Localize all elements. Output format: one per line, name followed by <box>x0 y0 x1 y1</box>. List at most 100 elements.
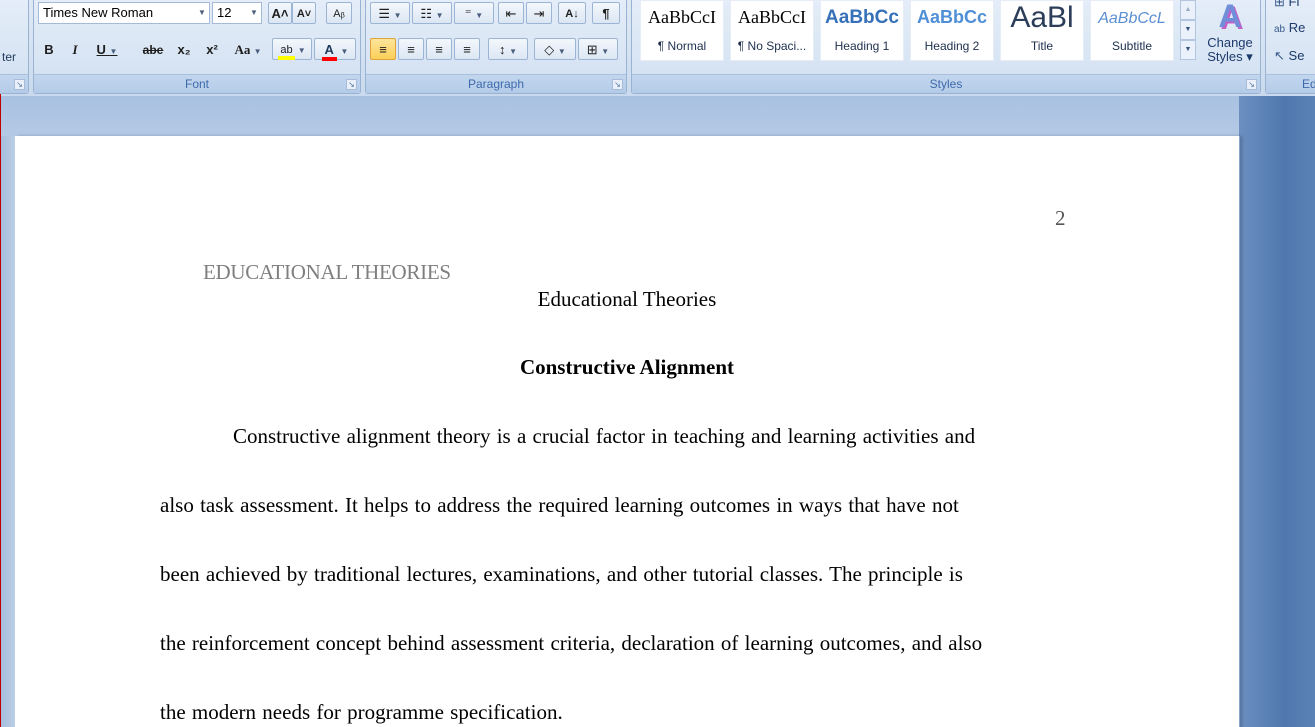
change-case-icon: Aa <box>234 42 251 57</box>
align-right-button[interactable]: ≡ <box>426 38 452 60</box>
styles-group: AaBbCcI ¶ Normal AaBbCcI ¶ No Spaci... A… <box>631 0 1261 94</box>
italic-button[interactable]: I <box>64 38 86 60</box>
styles-dialog-launcher-icon[interactable]: ↘ <box>1246 79 1257 90</box>
replace-button[interactable]: ab Re <box>1274 20 1305 35</box>
font-name-combo[interactable]: Times New Roman ▼ <box>38 2 210 24</box>
line-spacing-button[interactable]: ↕ ▼ <box>488 38 528 60</box>
document-area: 2 EDUCATIONAL THEORIES Educational Theor… <box>0 96 1315 727</box>
style-sample: AaBbCc <box>916 7 987 27</box>
chevron-down-icon[interactable]: ▼ <box>509 47 517 56</box>
gallery-scroll-down-icon[interactable]: ▼ <box>1180 20 1196 40</box>
running-head[interactable]: EDUCATIONAL THEORIES <box>203 260 451 285</box>
gallery-scroll-up-icon[interactable]: ▲ <box>1180 0 1196 20</box>
center-button[interactable]: ≡ <box>398 38 424 60</box>
paragraph-dialog-launcher-icon[interactable]: ↘ <box>612 79 623 90</box>
font-color-icon: A <box>321 42 337 61</box>
increase-indent-icon: ⇥ <box>533 6 545 21</box>
chevron-down-icon[interactable]: ▼ <box>601 47 609 56</box>
style-sample: AaBbCc <box>825 7 899 28</box>
bullets-button[interactable]: ☰ ▼ <box>370 2 410 24</box>
gallery-more-icon[interactable]: ▼ <box>1180 40 1196 60</box>
replace-icon: ab <box>1274 24 1286 35</box>
replace-label: Re <box>1288 20 1306 35</box>
body-text-line[interactable]: also task assessment. It helps to addres… <box>160 493 959 518</box>
justify-button[interactable]: ≡ <box>454 38 480 60</box>
chevron-down-icon[interactable]: ▼ <box>254 47 262 56</box>
chevron-down-icon[interactable]: ▼ <box>195 3 209 23</box>
align-left-icon: ≡ <box>379 42 387 57</box>
shading-button[interactable]: ◇ ▼ <box>534 38 576 60</box>
align-center-icon: ≡ <box>407 42 415 57</box>
superscript-button[interactable]: x² <box>200 38 224 60</box>
bold-button[interactable]: B <box>38 38 60 60</box>
clear-formatting-button[interactable]: Aᵦ <box>326 2 352 24</box>
strikethrough-button[interactable]: abe <box>138 38 168 60</box>
select-button[interactable]: ↖ Se <box>1274 48 1304 64</box>
font-size-combo[interactable]: 12 ▼ <box>212 2 262 24</box>
ribbon: ter ↘ Times New Roman ▼ 12 ▼ A˄ A˅ Aᵦ B … <box>0 0 1315 96</box>
section-heading[interactable]: Constructive Alignment <box>15 355 1239 380</box>
subscript-button[interactable]: x₂ <box>172 38 196 60</box>
style-name: ¶ Normal <box>657 39 707 53</box>
body-text-line[interactable]: Constructive alignment theory is a cruci… <box>233 424 975 449</box>
chevron-down-icon[interactable]: ▼ <box>110 47 118 56</box>
text-highlight-button[interactable]: ab ▼ <box>272 38 312 60</box>
style-heading-1[interactable]: AaBbCc Heading 1 <box>820 0 904 61</box>
bullets-icon: ☰ <box>378 6 391 21</box>
underline-icon: U <box>96 42 106 57</box>
borders-button[interactable]: ⊞ ▼ <box>578 38 618 60</box>
increase-indent-button[interactable]: ⇥ <box>526 2 552 24</box>
body-text-line[interactable]: been achieved by traditional lectures, e… <box>160 562 963 587</box>
underline-button[interactable]: U ▼ <box>90 38 124 60</box>
chevron-down-icon[interactable]: ▼ <box>436 11 444 20</box>
numbering-button[interactable]: ☷ ▼ <box>412 2 452 24</box>
clear-formatting-icon: Aᵦ <box>333 8 345 20</box>
chevron-down-icon[interactable]: ▼ <box>475 11 483 20</box>
subscript-icon: x₂ <box>177 42 191 57</box>
binoculars-icon: ⊞ <box>1274 0 1285 9</box>
style-normal[interactable]: AaBbCcI ¶ Normal <box>640 0 724 61</box>
chevron-down-icon[interactable]: ▼ <box>247 3 261 23</box>
style-heading-2[interactable]: AaBbCc Heading 2 <box>910 0 994 61</box>
style-title[interactable]: AaBl Title <box>1000 0 1084 61</box>
find-button[interactable]: ⊞ Fi <box>1274 0 1299 10</box>
change-styles-button[interactable]: A Change Styles ▾ <box>1202 0 1258 72</box>
editing-group-label: Edit <box>1266 74 1315 93</box>
format-painter-label[interactable]: ter <box>2 50 16 64</box>
sort-button[interactable]: A↓ <box>558 2 586 24</box>
decrease-indent-button[interactable]: ⇤ <box>498 2 524 24</box>
document-page[interactable]: 2 EDUCATIONAL THEORIES Educational Theor… <box>15 136 1239 727</box>
align-left-button[interactable]: ≡ <box>370 38 396 60</box>
body-text-line[interactable]: the reinforcement concept behind assessm… <box>160 631 982 656</box>
styles-group-label: Styles <box>632 74 1260 93</box>
align-right-icon: ≡ <box>435 42 443 57</box>
change-case-button[interactable]: Aa ▼ <box>230 38 266 60</box>
sort-icon: A↓ <box>565 8 579 20</box>
strikethrough-icon: abe <box>142 43 164 57</box>
document-title[interactable]: Educational Theories <box>15 287 1239 312</box>
show-formatting-marks-button[interactable]: ¶ <box>592 2 620 24</box>
style-sample: AaBbCcI <box>648 7 716 27</box>
chevron-down-icon[interactable]: ▼ <box>341 47 349 56</box>
clipboard-dialog-launcher-icon[interactable]: ↘ <box>14 79 25 90</box>
grow-font-button[interactable]: A˄ <box>268 2 292 24</box>
decrease-indent-icon: ⇤ <box>505 6 517 21</box>
multilevel-list-button[interactable]: ⁼ ▼ <box>454 2 494 24</box>
style-no-spacing[interactable]: AaBbCcI ¶ No Spaci... <box>730 0 814 61</box>
chevron-down-icon[interactable]: ▼ <box>298 46 306 55</box>
style-name: ¶ No Spaci... <box>737 39 807 53</box>
chevron-down-icon[interactable]: ▼ <box>394 11 402 20</box>
style-sample: AaBbCcI <box>738 7 806 27</box>
shrink-font-button[interactable]: A˅ <box>292 2 316 24</box>
style-subtitle[interactable]: AaBbCcL Subtitle <box>1090 0 1174 61</box>
style-name: Heading 2 <box>924 39 980 53</box>
font-color-button[interactable]: A ▼ <box>314 38 356 61</box>
right-scroll-gutter <box>1239 96 1315 727</box>
chevron-down-icon[interactable]: ▼ <box>558 47 566 56</box>
change-styles-label-line2: Styles ▾ <box>1207 49 1253 64</box>
font-dialog-launcher-icon[interactable]: ↘ <box>346 79 357 90</box>
select-label: Se <box>1288 48 1305 63</box>
body-text-line[interactable]: the modern needs for programme specifica… <box>160 700 563 725</box>
pilcrow-icon: ¶ <box>602 6 610 21</box>
paragraph-group-label: Paragraph <box>366 74 626 93</box>
